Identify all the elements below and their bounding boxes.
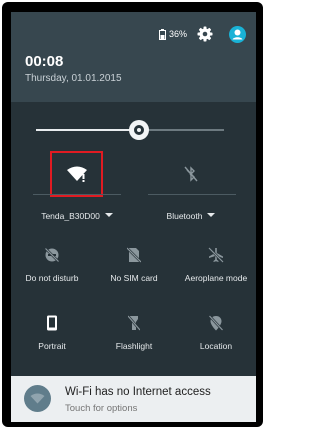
bluetooth-label: Bluetooth — [166, 211, 203, 221]
divider — [33, 194, 121, 195]
brightness-slider-fill — [36, 129, 140, 131]
wifi-notification[interactable]: Wi-Fi has no Internet access Touch for o… — [11, 376, 256, 422]
quick-settings-panel: 36% 00:08 Thursday, 01.01.2015 Tenda_B30… — [11, 12, 256, 422]
portrait-icon — [47, 315, 57, 331]
chevron-down-icon — [207, 212, 216, 217]
gear-icon — [197, 26, 213, 42]
phone-frame: 36% 00:08 Thursday, 01.01.2015 Tenda_B30… — [2, 2, 263, 427]
panel-header: 36% 00:08 Thursday, 01.01.2015 — [11, 12, 256, 102]
location-label: Location — [199, 341, 233, 351]
location-off-icon — [209, 315, 223, 331]
bluetooth-off-icon — [184, 166, 198, 182]
brightness-slider-thumb[interactable] — [129, 120, 150, 140]
aeroplane-icon — [208, 247, 224, 263]
do-not-disturb-icon — [44, 247, 60, 263]
tile-aeroplane[interactable]: Aeroplane mode — [175, 245, 256, 283]
aeroplane-label: Aeroplane mode — [184, 273, 248, 283]
flashlight-icon — [128, 315, 140, 331]
bluetooth-selector[interactable]: Bluetooth — [139, 206, 243, 224]
portrait-label: Portrait — [38, 341, 66, 351]
chevron-down-icon — [104, 212, 113, 217]
user-icon — [232, 29, 243, 39]
divider — [148, 194, 236, 195]
wifi-network-selector[interactable]: Tenda_B30D00 — [25, 206, 129, 224]
notification-subtitle: Touch for options — [65, 403, 138, 414]
highlight-box — [50, 151, 103, 197]
tile-flashlight[interactable]: Flashlight — [93, 313, 175, 351]
user-avatar-button[interactable] — [229, 25, 246, 43]
status-bar: 36% — [158, 24, 256, 44]
wifi-alert-icon — [30, 393, 45, 404]
flashlight-label: Flashlight — [115, 341, 153, 351]
clock-date: Thursday, 01.01.2015 — [25, 73, 122, 84]
sim-label: No SIM card — [110, 273, 158, 283]
battery-percent: 36% — [168, 29, 187, 39]
tile-do-not-disturb[interactable]: Do not disturb — [11, 245, 93, 283]
no-sim-icon — [127, 247, 141, 263]
settings-gear-button[interactable] — [197, 26, 213, 42]
dnd-label: Do not disturb — [25, 273, 79, 283]
tile-sim[interactable]: No SIM card — [93, 245, 175, 283]
battery-icon — [158, 28, 166, 40]
tile-bluetooth[interactable] — [139, 164, 243, 184]
battery-indicator: 36% — [158, 28, 187, 40]
tile-location[interactable]: Location — [175, 313, 256, 351]
notification-icon — [24, 385, 51, 412]
wifi-label: Tenda_B30D00 — [41, 211, 100, 221]
notification-title: Wi-Fi has no Internet access — [65, 386, 211, 398]
tile-portrait[interactable]: Portrait — [11, 313, 93, 351]
clock-time: 00:08 — [25, 53, 64, 70]
